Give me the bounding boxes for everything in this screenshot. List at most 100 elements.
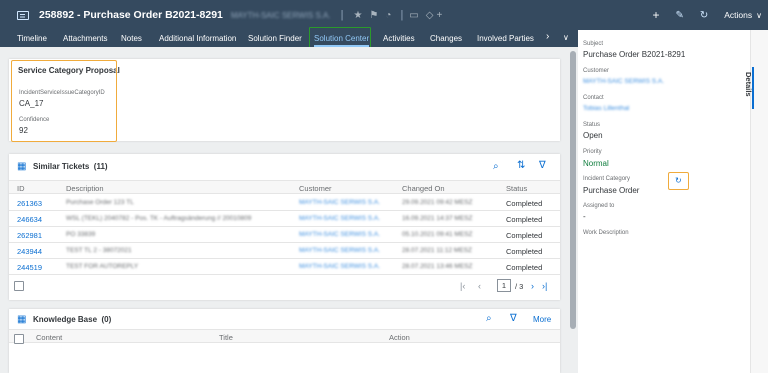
pager-bar: |‹ ‹ 1 / 3 › ›| — [9, 276, 560, 300]
actions-button[interactable]: Actions — [724, 10, 752, 20]
contact-label: Contact — [583, 95, 604, 101]
refresh-icon[interactable]: ↻ — [675, 176, 682, 185]
similar-tickets-card: ▦ Similar Tickets (11) ⌕ ⇅ ∇ ID Descript… — [9, 154, 560, 300]
subject-label: Subject — [583, 41, 604, 47]
last-page-icon[interactable]: ›| — [542, 281, 547, 291]
ticket-customer[interactable]: MAYTH-SAIC SERWIS S.A. — [299, 247, 380, 254]
tag-icon[interactable]: ◇ — [426, 10, 434, 21]
previous-page-icon[interactable]: ‹ — [478, 281, 481, 291]
ticket-customer[interactable]: MAYTH-SAIC SERWIS S.A. — [299, 215, 380, 222]
refresh-icon[interactable]: ↻ — [700, 10, 708, 21]
comment-icon[interactable]: ▭ — [409, 10, 418, 21]
tab-notes[interactable]: Notes — [121, 34, 142, 47]
sort-icon[interactable]: ⇅ — [517, 160, 525, 171]
ticket-id[interactable]: 244519 — [17, 263, 42, 272]
knowledge-base-header: Content Title Action — [9, 329, 560, 343]
ticket-customer[interactable]: MAYTH-SAIC SERWIS S.A. — [299, 231, 380, 238]
star-icon[interactable]: ★ — [353, 10, 362, 21]
search-icon[interactable]: ⌕ — [486, 313, 492, 324]
tab-activities[interactable]: Activities — [383, 34, 415, 47]
ticket-description: PO 33839 — [66, 231, 96, 238]
feed-icon[interactable]: ◔ — [385, 10, 391, 21]
ticket-id[interactable]: 243944 — [17, 247, 42, 256]
ticket-status: Completed — [506, 247, 543, 256]
ticket-customer[interactable]: MAYTH-SAIC SERWIS S.A. — [299, 199, 380, 206]
column-customer[interactable]: Customer — [299, 184, 332, 193]
ticket-description: TEST TL 2 - 38072021 — [66, 247, 132, 254]
search-icon[interactable]: ⌕ — [493, 161, 499, 172]
table-row[interactable]: 246634 WSL (TEKL) 2040782 - Pos. TK - Au… — [9, 211, 560, 227]
header-divider: | — [400, 9, 404, 21]
details-panel: Subject Purchase Order B2021-8291 Custom… — [578, 30, 750, 373]
scrollbar[interactable] — [569, 47, 577, 373]
tab-timeline[interactable]: Timeline — [17, 34, 47, 47]
shell-header: 258892 - Purchase Order B2021-8291 MAYTH… — [0, 0, 768, 30]
edit-icon[interactable]: ✎ — [675, 10, 683, 21]
ticket-description: Purchase Order 123 TL — [66, 199, 134, 206]
ticket-id[interactable]: 246634 — [17, 215, 42, 224]
active-tab-highlight — [309, 27, 371, 48]
ticket-status: Completed — [506, 215, 543, 224]
tab-solution-finder[interactable]: Solution Finder — [248, 34, 302, 47]
incident-category-value: Purchase Order — [583, 186, 640, 195]
column-action[interactable]: Action — [389, 333, 410, 342]
knowledge-base-title: Knowledge Base (0) — [33, 315, 112, 324]
column-status[interactable]: Status — [506, 184, 527, 193]
chevron-down-icon[interactable]: ∨ — [756, 11, 762, 20]
flag-icon[interactable]: ⚑ — [369, 10, 378, 21]
similar-tickets-header: ID Description Customer Changed On Statu… — [9, 180, 560, 194]
status-value: Open — [583, 131, 603, 140]
scrollbar-thumb[interactable] — [570, 51, 576, 329]
more-button[interactable]: More — [533, 315, 551, 324]
page-number-input[interactable]: 1 — [497, 279, 511, 292]
tab-attachments[interactable]: Attachments — [63, 34, 107, 47]
ticket-changed-on: 28.07.2021 11:12 MESZ — [402, 247, 472, 254]
add-icon[interactable]: + — [436, 10, 442, 21]
knowledge-base-card: ▦ Knowledge Base (0) ⌕ ∇ More Content Ti… — [9, 309, 560, 373]
ticket-changed-on: 29.09.2021 09:42 MESZ — [402, 199, 473, 206]
chevron-down-icon[interactable]: ∨ — [563, 33, 569, 42]
column-description[interactable]: Description — [66, 184, 104, 193]
details-tab-label[interactable]: Details — [744, 72, 753, 97]
details-side-tab[interactable]: Details — [744, 30, 768, 373]
tab-involved-parties[interactable]: Involved Parties — [477, 34, 534, 47]
customer-value[interactable]: MAYTH-SAIC SERWIS S.A. — [583, 78, 664, 85]
next-page-icon[interactable]: › — [531, 281, 534, 291]
similar-tickets-title: Similar Tickets (11) — [33, 162, 108, 171]
table-row[interactable]: 262981 PO 33839 MAYTH-SAIC SERWIS S.A. 0… — [9, 227, 560, 243]
account-name[interactable]: MAYTH-SAIC SERWIS S.A. — [231, 11, 331, 20]
column-changed-on[interactable]: Changed On — [402, 184, 445, 193]
ticket-customer[interactable]: MAYTH-SAIC SERWIS S.A. — [299, 263, 380, 270]
contact-value[interactable]: Tobias Lillenthal — [583, 105, 629, 112]
document-icon — [17, 10, 29, 20]
service-category-highlight — [11, 60, 117, 142]
priority-value: Normal — [583, 159, 609, 168]
select-all-checkbox[interactable] — [14, 281, 24, 291]
filter-icon[interactable]: ∇ — [510, 313, 517, 324]
customer-label: Customer — [583, 68, 610, 74]
page-title: 258892 - Purchase Order B2021-8291 — [39, 9, 223, 21]
column-id[interactable]: ID — [17, 184, 25, 193]
header-divider: | — [340, 9, 344, 21]
ticket-status: Completed — [506, 231, 543, 240]
table-row[interactable]: 261363 Purchase Order 123 TL MAYTH-SAIC … — [9, 195, 560, 211]
select-all-checkbox[interactable] — [14, 334, 24, 344]
tab-bar: Timeline Attachments Notes Additional In… — [0, 30, 579, 47]
column-title[interactable]: Title — [219, 333, 233, 342]
status-label: Status — [583, 122, 601, 128]
chevron-right-icon[interactable]: › — [546, 31, 549, 42]
filter-icon[interactable]: ∇ — [539, 160, 546, 171]
table-row[interactable]: 244519 TEST FOR AUTOREPLY MAYTH-SAIC SER… — [9, 259, 560, 275]
table-row[interactable]: 243944 TEST TL 2 - 38072021 MAYTH-SAIC S… — [9, 243, 560, 259]
ticket-description: TEST FOR AUTOREPLY — [66, 263, 139, 270]
assigned-to-value: - — [583, 212, 586, 221]
ticket-id[interactable]: 262981 — [17, 231, 42, 240]
ticket-description: WSL (TEKL) 2040782 - Pos. TK - Auftragsä… — [66, 215, 252, 222]
add-icon[interactable]: + — [652, 8, 659, 22]
tab-additional-information[interactable]: Additional Information — [159, 34, 236, 47]
tab-changes[interactable]: Changes — [430, 34, 462, 47]
column-content[interactable]: Content — [36, 333, 62, 342]
first-page-icon[interactable]: |‹ — [460, 281, 465, 291]
table-icon: ▦ — [17, 314, 27, 325]
ticket-id[interactable]: 261363 — [17, 199, 42, 208]
